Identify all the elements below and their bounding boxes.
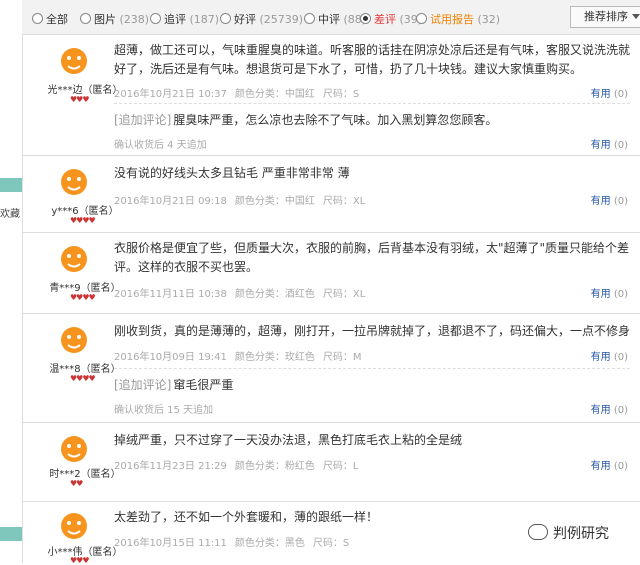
reviewer-level-badges: ♥♥♥♥ (70, 216, 96, 225)
left-sidebar-strip: 欢藏 (0, 0, 23, 563)
radio-icon[interactable] (150, 13, 161, 24)
review-meta: 2016年10月21日 10:37 颜色分类：中国红 尺码：S (114, 89, 360, 100)
filter-positive[interactable]: 好评 (25739) (220, 11, 303, 27)
default-avatar-icon (56, 241, 92, 277)
radio-icon[interactable] (220, 13, 231, 24)
default-avatar-icon (56, 164, 92, 200)
appended-review: [追加评论] 窜毛很严重 (114, 378, 234, 392)
review-text: 刚收到货，真的是薄薄的，超薄，刚打开，一拉吊牌就掉了，退都退不了，码还偏大，一点… (114, 324, 631, 338)
append-meta: 确认收货后 4 天追加 (114, 140, 207, 151)
default-avatar-icon (56, 43, 92, 79)
review-text: 没有说的好线头太多且钻毛 严重非常非常 薄 (114, 166, 350, 180)
review-item: 光***边（匿名） ♥♥♥ 超薄，做工还可以，气味重腥臭的味道。听客服的话挂在阴… (22, 35, 640, 156)
useful-button[interactable]: 有用 (0) (591, 348, 628, 363)
reviewer-level-badges: ♥♥ (70, 479, 83, 488)
filter-neutral[interactable]: 中评 (88) (304, 11, 366, 27)
avatar (56, 164, 92, 200)
useful-button[interactable]: 有用 (0) (591, 192, 628, 207)
sidebar-text: 欢藏 (0, 209, 20, 220)
avatar (56, 43, 92, 79)
useful-button[interactable]: 有用 (0) (591, 401, 628, 416)
reviewer-level-badges: ♥♥♥ (70, 556, 89, 565)
review-meta: 2016年10月15日 11:11 颜色分类：黑色 尺码：S (114, 538, 350, 549)
default-avatar-icon (56, 431, 92, 467)
review-item: y***6（匿名） ♥♥♥♥ 没有说的好线头太多且钻毛 严重非常非常 薄 201… (22, 156, 640, 233)
useful-button[interactable]: 有用 (0) (591, 285, 628, 300)
review-text: 衣服价格是便宜了些，但质量大次，衣服的前胸，后背基本没有羽绒，太"超薄了"质量只… (114, 241, 630, 274)
radio-icon[interactable] (32, 13, 43, 24)
avatar (56, 508, 92, 544)
review-meta: 2016年10月09日 19:41 颜色分类：玫红色 尺码：M (114, 352, 362, 363)
avatar (56, 241, 92, 277)
default-avatar-icon (56, 508, 92, 544)
review-filter-bar: 全部 图片 (238) 追评 (187) 好评 (25739) 中评 (88) … (22, 0, 640, 35)
wechat-icon (528, 524, 548, 540)
review-meta: 2016年11月11日 10:38 颜色分类：酒红色 尺码：XL (114, 289, 366, 300)
review-item: 青***9（匿名） ♥♥♥♥ 衣服价格是便宜了些，但质量大次，衣服的前胸，后背基… (22, 233, 640, 314)
review-meta: 2016年10月21日 09:18 颜色分类：中国红 尺码：XL (114, 196, 366, 207)
filter-followup[interactable]: 追评 (187) (150, 11, 219, 27)
sort-dropdown[interactable]: 推荐排序 (570, 6, 640, 28)
radio-icon[interactable] (304, 13, 315, 24)
avatar (56, 322, 92, 358)
review-item: 温***8（匿名） ♥♥♥♥ 刚收到货，真的是薄薄的，超薄，刚打开，一拉吊牌就掉… (22, 314, 640, 423)
review-text: 超薄，做工还可以，气味重腥臭的味道。听客服的话挂在阴凉处凉后还是有气味，客服又说… (114, 43, 631, 76)
useful-button[interactable]: 有用 (0) (591, 457, 628, 472)
radio-icon[interactable] (416, 13, 427, 24)
review-text: 掉绒严重，只不过穿了一天没办法退，黑色打底毛衣上粘的全是绒 (114, 433, 463, 447)
append-meta: 确认收货后 15 天追加 (114, 405, 214, 416)
default-avatar-icon (56, 322, 92, 358)
sidebar-accent-1 (0, 178, 22, 192)
filter-all[interactable]: 全部 (32, 11, 68, 27)
filter-images[interactable]: 图片 (238) (80, 11, 149, 27)
useful-button[interactable]: 有用 (0) (591, 136, 628, 151)
chevron-down-icon (632, 14, 640, 19)
reviewer-level-badges: ♥♥♥♥ (70, 374, 96, 383)
radio-selected-icon[interactable] (360, 13, 371, 24)
avatar (56, 431, 92, 467)
reviewer-level-badges: ♥♥♥ (70, 95, 89, 104)
useful-button[interactable]: 有用 (0) (591, 85, 628, 100)
sidebar-accent-2 (0, 527, 22, 541)
radio-icon[interactable] (80, 13, 91, 24)
review-meta: 2016年11月23日 21:29 颜色分类：粉红色 尺码：L (114, 461, 359, 472)
watermark: 判例研究 (528, 523, 609, 543)
filter-negative[interactable]: 差评 (39) (360, 11, 422, 27)
divider (114, 368, 630, 369)
filter-trial-report[interactable]: 试用报告 (32) (416, 11, 500, 27)
review-item: 时***2（匿名） ♥♥ 掉绒严重，只不过穿了一天没办法退，黑色打底毛衣上粘的全… (22, 423, 640, 502)
divider (114, 103, 630, 104)
reviewer-level-badges: ♥♥♥♥ (70, 293, 96, 302)
appended-review: [追加评论] 腥臭味严重，怎么凉也去除不了气味。加入黑划算忽您顾客。 (114, 113, 498, 127)
